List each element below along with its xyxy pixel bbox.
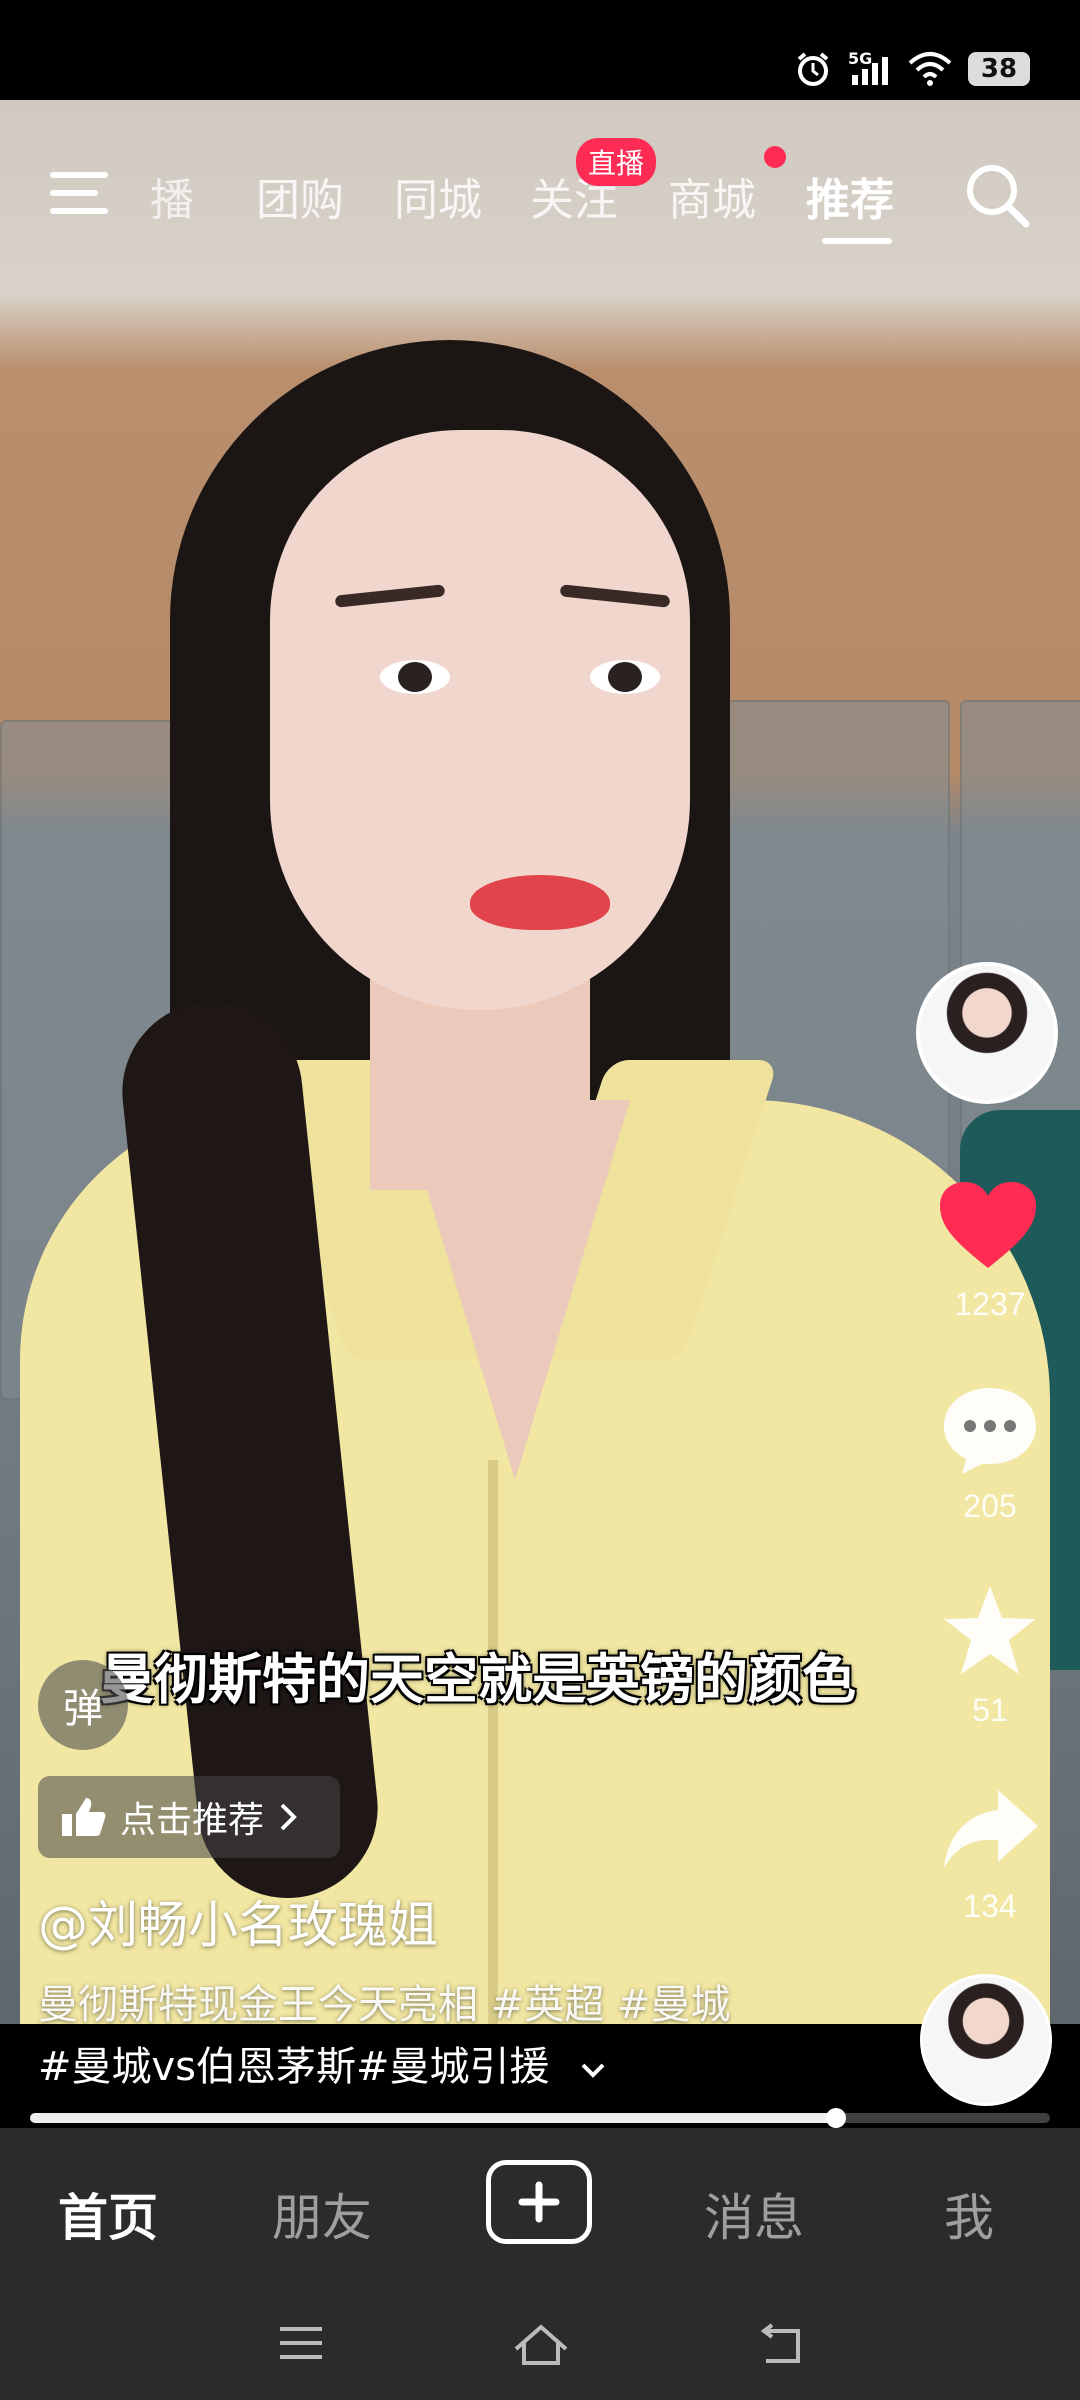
favorite-count: 51 [972, 1692, 1008, 1728]
progress-fill [30, 2113, 836, 2123]
recommend-label: 点击推荐 [120, 1800, 265, 1841]
like-heart-icon[interactable] [938, 1180, 1038, 1272]
video-description: 曼彻斯特现金王今天亮相 #英超 #曼城 [38, 1982, 731, 2028]
hashtags-text: #曼城vs伯恩茅斯#曼城引援 [38, 2044, 550, 2090]
author-avatar[interactable] [916, 962, 1058, 1104]
tab-nearby[interactable]: 同城 [394, 164, 482, 228]
author-name[interactable]: @刘畅小名玫瑰姐 [38, 1885, 438, 1957]
like-count: 1237 [954, 1286, 1026, 1322]
eye [380, 660, 450, 694]
tab-group-buy[interactable]: 团购 [256, 164, 344, 228]
top-nav: 播 团购 同城 关注 直播 商城 推荐 [0, 138, 1080, 250]
status-bar: 5G 38 [0, 0, 1080, 100]
tab-friends[interactable]: 朋友 [272, 2178, 372, 2250]
plus-icon [518, 2181, 560, 2223]
tab-mall[interactable]: 商城 [668, 164, 756, 228]
favorite-star-icon[interactable] [940, 1582, 1040, 1678]
music-disc-avatar[interactable] [920, 1974, 1052, 2106]
recommend-button[interactable]: 点击推荐 [38, 1776, 340, 1858]
danmu-toggle-button[interactable]: 弹 [38, 1660, 128, 1750]
status-icons: 5G 38 [794, 49, 1030, 88]
lips [470, 875, 610, 930]
chevron-down-icon[interactable] [580, 2062, 606, 2080]
menu-recent-apps-icon[interactable] [276, 2323, 326, 2363]
zipper [488, 1460, 498, 2028]
live-badge: 直播 [576, 138, 657, 186]
video-hashtags[interactable]: #曼城vs伯恩茅斯#曼城引援 [38, 2034, 606, 2092]
tab-live-partial[interactable]: 播 [150, 164, 194, 228]
video-subtitle: 曼彻斯特的天空就是英镑的颜色 [100, 1648, 856, 1711]
cellular-signal-icon: 5G [848, 49, 892, 87]
bottom-tab-bar: 首页 朋友 消息 我 [0, 2128, 1080, 2400]
home-icon[interactable] [512, 2323, 570, 2367]
tab-me[interactable]: 我 [944, 2178, 994, 2250]
notification-dot [764, 146, 786, 168]
tab-recommend[interactable]: 推荐 [806, 164, 894, 228]
search-icon[interactable] [962, 160, 1032, 230]
comment-icon[interactable] [940, 1384, 1040, 1476]
eye [590, 660, 660, 694]
tab-home[interactable]: 首页 [58, 2178, 158, 2250]
comment-count: 205 [963, 1488, 1017, 1524]
chevron-right-icon [280, 1803, 297, 1831]
progress-thumb[interactable] [825, 2108, 846, 2128]
wifi-icon [908, 52, 952, 86]
battery-indicator: 38 [968, 52, 1030, 86]
video-player[interactable] [0, 100, 1080, 2028]
tab-messages[interactable]: 消息 [704, 2178, 804, 2250]
thumbs-up-icon [62, 1798, 106, 1836]
menu-icon[interactable] [50, 170, 110, 220]
video-progress-bar[interactable] [30, 2108, 1050, 2128]
alarm-icon [797, 52, 829, 86]
face [270, 430, 690, 1010]
active-tab-indicator [822, 238, 892, 244]
share-icon[interactable] [940, 1786, 1040, 1872]
back-icon[interactable] [756, 2323, 806, 2367]
share-count: 134 [963, 1888, 1017, 1924]
create-post-button[interactable] [486, 2160, 592, 2244]
